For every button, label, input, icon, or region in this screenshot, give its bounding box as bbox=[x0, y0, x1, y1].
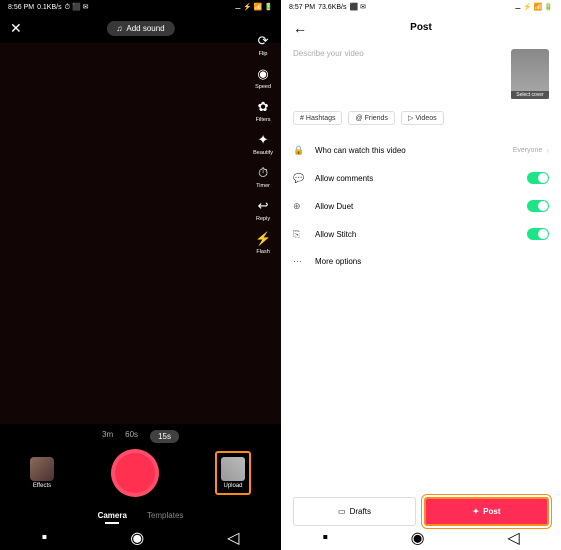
upload-button[interactable]: Upload bbox=[215, 451, 251, 495]
tab-camera[interactable]: Camera bbox=[98, 511, 127, 520]
duet-toggle[interactable] bbox=[527, 200, 549, 212]
status-net: 0.1KB/s bbox=[37, 4, 62, 11]
duration-tabs: 3m 60s 15s bbox=[0, 424, 281, 449]
more-options[interactable]: ⋯ More options bbox=[293, 248, 549, 275]
comment-icon: 💬 bbox=[293, 173, 307, 184]
comments-toggle[interactable] bbox=[527, 172, 549, 184]
android-nav-bar: ▪ ◉ ◁ bbox=[0, 526, 281, 550]
select-cover-button[interactable]: Select cover bbox=[511, 49, 549, 99]
stitch-icon: ⎘ bbox=[293, 229, 307, 240]
chevron-right-icon: › bbox=[546, 146, 549, 155]
status-icons: ⏱ ⬛ ✉ bbox=[65, 3, 89, 12]
beautify-tool[interactable]: ✦Beautify bbox=[253, 131, 273, 156]
nav-home-icon[interactable]: ◉ bbox=[130, 528, 144, 548]
close-icon[interactable]: ✕ bbox=[10, 20, 22, 37]
privacy-setting[interactable]: 🔒 Who can watch this video Everyone › bbox=[293, 137, 549, 164]
upload-thumb-icon bbox=[221, 457, 245, 481]
lock-icon: 🔒 bbox=[293, 145, 307, 156]
status-bar: 8:56 PM 0.1KB/s ⏱ ⬛ ✉ ⚊ ⚡ 📶 🔋 bbox=[0, 0, 281, 14]
duet-setting: ⊕ Allow Duet bbox=[293, 192, 549, 220]
record-row: Effects Upload bbox=[0, 449, 281, 505]
timer-icon: ⏱ bbox=[254, 164, 272, 182]
videos-chip[interactable]: ▷Videos bbox=[401, 111, 444, 125]
comments-setting: 💬 Allow comments bbox=[293, 164, 549, 192]
camera-top-bar: ✕ ♫ Add sound bbox=[0, 14, 281, 43]
status-right-icons: ⚊ ⚡ 📶 🔋 bbox=[515, 3, 553, 11]
back-icon[interactable]: ← bbox=[293, 20, 307, 36]
tab-templates[interactable]: Templates bbox=[147, 511, 183, 520]
description-input[interactable]: Describe your video bbox=[293, 49, 503, 99]
duration-60s[interactable]: 60s bbox=[125, 430, 138, 443]
hashtags-chip[interactable]: #Hashtags bbox=[293, 111, 342, 125]
nav-back-icon[interactable]: ◁ bbox=[507, 528, 519, 548]
at-icon: @ bbox=[355, 115, 362, 122]
beautify-icon: ✦ bbox=[254, 131, 272, 149]
android-nav-bar: ▪ ◉ ◁ bbox=[281, 526, 561, 550]
add-sound-button[interactable]: ♫ Add sound bbox=[106, 21, 174, 36]
hash-icon: # bbox=[300, 115, 304, 122]
nav-recents-icon[interactable]: ▪ bbox=[322, 529, 328, 547]
friends-chip[interactable]: @Friends bbox=[348, 111, 394, 125]
nav-home-icon[interactable]: ◉ bbox=[411, 528, 425, 548]
speed-icon: ◉ bbox=[254, 65, 272, 83]
flip-tool[interactable]: ⟳Flip bbox=[254, 32, 272, 57]
stitch-setting: ⎘ Allow Stitch bbox=[293, 220, 549, 248]
tag-chips: #Hashtags @Friends ▷Videos bbox=[281, 107, 561, 129]
nav-recents-icon[interactable]: ▪ bbox=[42, 529, 48, 547]
drafts-icon: ▭ bbox=[338, 507, 346, 516]
add-sound-label: Add sound bbox=[126, 24, 164, 33]
status-time: 8:57 PM bbox=[289, 4, 315, 11]
bottom-actions: ▭ Drafts ✦ Post bbox=[281, 497, 561, 526]
timer-tool[interactable]: ⏱Timer bbox=[254, 164, 272, 189]
duration-3m[interactable]: 3m bbox=[102, 430, 113, 443]
stitch-toggle[interactable] bbox=[527, 228, 549, 240]
speed-tool[interactable]: ◉Speed bbox=[254, 65, 272, 90]
reply-icon: ↩ bbox=[254, 197, 272, 215]
drafts-button[interactable]: ▭ Drafts bbox=[293, 497, 416, 526]
duration-15s[interactable]: 15s bbox=[150, 430, 179, 443]
side-tools: ⟳Flip ◉Speed ✿Filters ✦Beautify ⏱Timer ↩… bbox=[253, 32, 273, 255]
status-net: 73.6KB/s bbox=[318, 4, 346, 11]
more-icon: ⋯ bbox=[293, 256, 307, 267]
reply-tool[interactable]: ↩Reply bbox=[254, 197, 272, 222]
effects-button[interactable]: Effects bbox=[30, 457, 54, 489]
effects-thumb-icon bbox=[30, 457, 54, 481]
status-time: 8:56 PM bbox=[8, 4, 34, 11]
filters-tool[interactable]: ✿Filters bbox=[254, 98, 272, 123]
post-icon: ✦ bbox=[472, 507, 479, 516]
camera-viewfinder[interactable] bbox=[0, 43, 281, 424]
description-area: Describe your video Select cover bbox=[281, 41, 561, 107]
post-screen: 8:57 PM 73.6KB/s ⬛ ✉ ⚊ ⚡ 📶 🔋 ← Post Desc… bbox=[281, 0, 561, 550]
flash-icon: ⚡ bbox=[254, 230, 272, 248]
post-settings: 🔒 Who can watch this video Everyone › 💬 … bbox=[281, 129, 561, 283]
flash-tool[interactable]: ⚡Flash bbox=[254, 230, 272, 255]
post-header: ← Post bbox=[281, 14, 561, 41]
camera-screen: 8:56 PM 0.1KB/s ⏱ ⬛ ✉ ⚊ ⚡ 📶 🔋 ✕ ♫ Add so… bbox=[0, 0, 281, 550]
play-icon: ▷ bbox=[408, 114, 413, 122]
music-icon: ♫ bbox=[116, 24, 122, 33]
flip-icon: ⟳ bbox=[254, 32, 272, 50]
page-title: Post bbox=[410, 22, 432, 33]
status-bar: 8:57 PM 73.6KB/s ⬛ ✉ ⚊ ⚡ 📶 🔋 bbox=[281, 0, 561, 14]
mode-tabs: Camera Templates bbox=[0, 505, 281, 526]
filters-icon: ✿ bbox=[254, 98, 272, 116]
post-button[interactable]: ✦ Post bbox=[424, 497, 549, 526]
record-button[interactable] bbox=[111, 449, 159, 497]
nav-back-icon[interactable]: ◁ bbox=[227, 528, 239, 548]
status-icons: ⬛ ✉ bbox=[350, 3, 367, 11]
duet-icon: ⊕ bbox=[293, 201, 307, 212]
status-right-icons: ⚊ ⚡ 📶 🔋 bbox=[235, 3, 273, 11]
